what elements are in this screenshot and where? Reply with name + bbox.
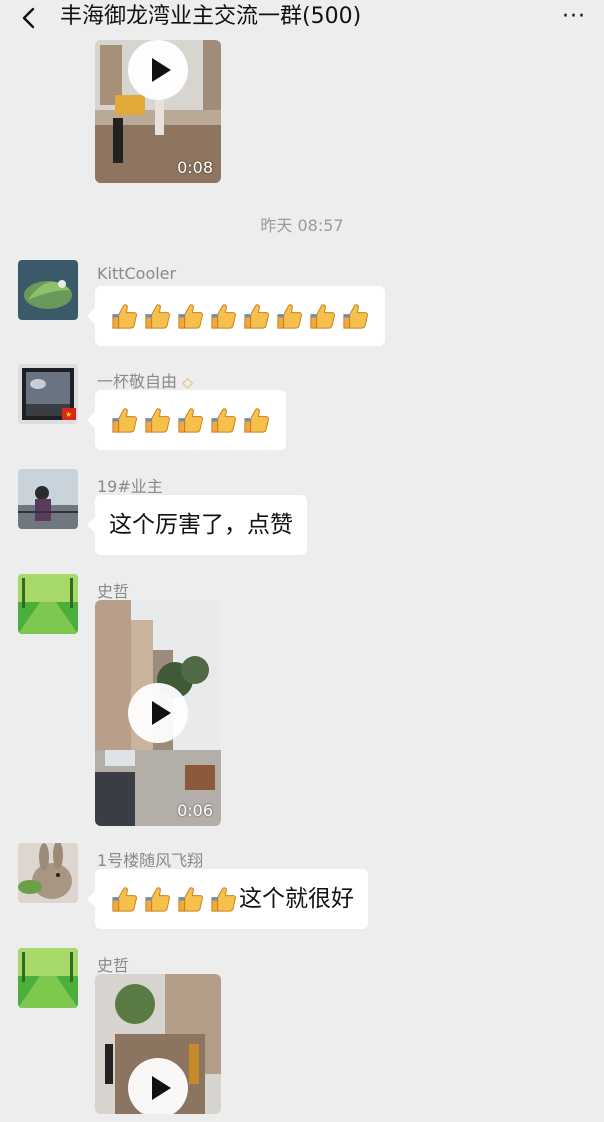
sender-name: 1号楼随风飞翔 [97,851,204,870]
thumbs-up-icon [307,301,338,332]
sender-name: 史哲 [97,582,130,601]
chat-title: 丰海御龙湾业主交流一群(500) [60,4,362,29]
more-options-icon[interactable]: ··· [562,4,586,29]
video-message[interactable]: 0:06 [95,600,221,826]
message-bubble[interactable] [87,286,385,346]
video-message[interactable] [95,974,221,1114]
avatar[interactable]: ★ [18,364,78,424]
thumbs-up-icon [175,884,206,915]
thumbs-up-icon [241,301,272,332]
message-text: 这个就很好 [239,886,354,912]
sender-name-text: 一杯敬自由 [97,372,178,391]
message-bubble[interactable]: 这个厉害了，点赞 [87,495,307,555]
thumbs-up-icon [142,884,173,915]
thumbs-up-icon [175,301,206,332]
message-bubble[interactable] [87,390,286,450]
thumbs-up-emoji-row [109,301,371,332]
thumbs-up-icon [241,405,272,436]
play-icon[interactable] [128,1058,188,1114]
video-duration: 0:06 [177,801,213,820]
chat-header: 丰海御龙湾业主交流一群(500) ··· [0,0,604,36]
avatar[interactable] [18,843,78,903]
back-chevron-icon[interactable] [18,6,42,30]
message-bubble[interactable]: 这个就很好 [87,869,368,929]
nickname-decoration-icon: ◇ [182,375,193,391]
timestamp-divider: 昨天 08:57 [260,216,344,235]
thumbs-up-icon [274,301,305,332]
thumbs-up-emoji-row [109,405,272,436]
avatar[interactable] [18,469,78,529]
thumbs-up-icon [208,405,239,436]
sender-name: 史哲 [97,956,130,975]
thumbs-up-icon [175,405,206,436]
avatar[interactable] [18,260,78,320]
video-duration: 0:08 [177,158,213,177]
sender-name: 19#业主 [97,477,163,496]
thumbs-up-icon [208,884,239,915]
sender-name: KittCooler [97,264,177,283]
thumbs-up-icon [109,301,140,332]
thumbs-up-icon [109,405,140,436]
thumbs-up-icon [208,301,239,332]
play-icon[interactable] [128,683,188,743]
avatar[interactable] [18,948,78,1008]
svg-text:★: ★ [65,410,72,419]
play-icon[interactable] [128,40,188,100]
thumbs-up-icon [142,301,173,332]
avatar[interactable] [18,574,78,634]
thumbs-up-icon [142,405,173,436]
thumbs-up-icon [109,884,140,915]
video-message-top[interactable]: 0:08 [95,40,221,183]
thumbs-up-icon [340,301,371,332]
thumbs-up-emoji-row [109,884,239,915]
sender-name: 一杯敬自由 ◇ [97,368,193,392]
